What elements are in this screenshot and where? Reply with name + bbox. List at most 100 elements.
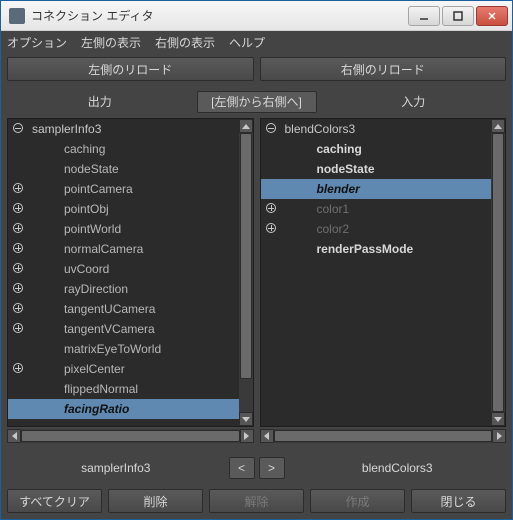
right-pane: blendColors3 caching nodeState blender color… xyxy=(260,118,507,427)
tree-item[interactable]: renderPassMode xyxy=(261,239,492,259)
expand-icon[interactable] xyxy=(13,303,23,313)
left-tree[interactable]: samplerInfo3 caching nodeState pointCamera p… xyxy=(8,119,239,426)
scroll-down-icon[interactable] xyxy=(239,412,253,426)
close-button[interactable] xyxy=(476,6,508,26)
maximize-button[interactable] xyxy=(442,6,474,26)
scroll-thumb[interactable] xyxy=(492,133,504,412)
tree-item-label: uvCoord xyxy=(28,262,239,276)
remove-button[interactable]: 解除 xyxy=(209,489,304,513)
menu-right-view[interactable]: 右側の表示 xyxy=(155,34,215,51)
tree-item-label: matrixEyeToWorld xyxy=(28,342,239,356)
scroll-down-icon[interactable] xyxy=(491,412,505,426)
right-vscrollbar[interactable] xyxy=(491,119,505,426)
expand-icon[interactable] xyxy=(13,203,23,213)
expand-icon[interactable] xyxy=(266,203,276,213)
scroll-thumb[interactable] xyxy=(274,430,493,442)
scroll-thumb[interactable] xyxy=(240,133,252,379)
nav-left-label: samplerInfo3 xyxy=(7,461,225,475)
scroll-up-icon[interactable] xyxy=(239,119,253,133)
collapse-icon[interactable] xyxy=(13,123,23,133)
collapse-icon[interactable] xyxy=(266,123,276,133)
menubar: オプション 左側の表示 右側の表示 ヘルプ xyxy=(1,31,512,53)
tree-item[interactable]: pixelCenter xyxy=(8,359,239,379)
tree-item[interactable]: rayDirection xyxy=(8,279,239,299)
scroll-track[interactable] xyxy=(491,133,505,412)
client-area: 左側のリロード 右側のリロード 出力 [左側から右側へ] 入力 samplerI… xyxy=(1,53,512,519)
menu-left-view[interactable]: 左側の表示 xyxy=(81,34,141,51)
tree-item[interactable]: nodeState xyxy=(8,159,239,179)
tree-item[interactable]: pointWorld xyxy=(8,219,239,239)
scroll-left-icon[interactable] xyxy=(7,429,21,443)
tree-root[interactable]: samplerInfo3 xyxy=(8,119,239,139)
menu-options[interactable]: オプション xyxy=(7,34,67,51)
make-button[interactable]: 作成 xyxy=(310,489,405,513)
scroll-right-icon[interactable] xyxy=(492,429,506,443)
tree-item-label: nodeState xyxy=(28,162,239,176)
window-buttons xyxy=(406,6,508,26)
column-headers: 出力 [左側から右側へ] 入力 xyxy=(7,89,506,114)
tree-item[interactable]: color1 xyxy=(261,199,492,219)
tree-item-label: renderPassMode xyxy=(281,242,492,256)
direction-button[interactable]: [左側から右側へ] xyxy=(197,91,317,113)
scroll-thumb[interactable] xyxy=(21,430,240,442)
tree-root[interactable]: blendColors3 xyxy=(261,119,492,139)
tree-item[interactable]: facingRatio xyxy=(8,399,239,419)
tree-item[interactable]: caching xyxy=(261,139,492,159)
hscroll-row xyxy=(7,429,506,443)
tree-item-label: caching xyxy=(281,142,492,156)
scroll-right-icon[interactable] xyxy=(240,429,254,443)
delete-button[interactable]: 削除 xyxy=(108,489,203,513)
right-tree[interactable]: blendColors3 caching nodeState blender color… xyxy=(261,119,492,426)
tree-item[interactable]: blender xyxy=(261,179,492,199)
scroll-track[interactable] xyxy=(274,429,493,443)
tree-item[interactable]: color2 xyxy=(261,219,492,239)
clear-all-button[interactable]: すべてクリア xyxy=(7,489,102,513)
expand-icon[interactable] xyxy=(13,323,23,333)
tree-item-label: tangentVCamera xyxy=(28,322,239,336)
nav-right-label: blendColors3 xyxy=(289,461,507,475)
app-icon xyxy=(9,8,25,24)
expand-icon[interactable] xyxy=(13,243,23,253)
tree-item-label: pixelCenter xyxy=(28,362,239,376)
expand-icon[interactable] xyxy=(13,183,23,193)
expand-icon[interactable] xyxy=(266,223,276,233)
titlebar[interactable]: コネクション エディタ xyxy=(1,1,512,31)
scroll-track[interactable] xyxy=(21,429,240,443)
window: コネクション エディタ オプション 左側の表示 右側の表示 ヘルプ 左側のリロー… xyxy=(0,0,513,520)
header-output: 出力 xyxy=(7,89,193,114)
tree-item[interactable]: flippedNormal xyxy=(8,379,239,399)
expand-icon[interactable] xyxy=(13,263,23,273)
tree-root-label: blendColors3 xyxy=(281,122,492,136)
tree-item-label: pointObj xyxy=(28,202,239,216)
left-hscrollbar[interactable] xyxy=(7,429,254,443)
minimize-button[interactable] xyxy=(408,6,440,26)
tree-item-label: normalCamera xyxy=(28,242,239,256)
tree-item[interactable]: pointCamera xyxy=(8,179,239,199)
expand-icon[interactable] xyxy=(13,283,23,293)
nav-row: samplerInfo3 < > blendColors3 xyxy=(7,443,506,489)
nav-prev-button[interactable]: < xyxy=(229,457,255,479)
right-hscrollbar[interactable] xyxy=(260,429,507,443)
tree-item[interactable]: caching xyxy=(8,139,239,159)
scroll-up-icon[interactable] xyxy=(491,119,505,133)
scroll-track[interactable] xyxy=(239,133,253,412)
reload-left-button[interactable]: 左側のリロード xyxy=(7,57,254,81)
tree-item-label: caching xyxy=(28,142,239,156)
tree-item[interactable]: tangentVCamera xyxy=(8,319,239,339)
panes: samplerInfo3 caching nodeState pointCamera p… xyxy=(7,118,506,427)
tree-item[interactable]: normalCamera xyxy=(8,239,239,259)
left-vscrollbar[interactable] xyxy=(239,119,253,426)
expand-icon[interactable] xyxy=(13,223,23,233)
tree-item[interactable]: nodeState xyxy=(261,159,492,179)
close-dialog-button[interactable]: 閉じる xyxy=(411,489,506,513)
scroll-left-icon[interactable] xyxy=(260,429,274,443)
tree-item[interactable]: uvCoord xyxy=(8,259,239,279)
nav-next-button[interactable]: > xyxy=(259,457,285,479)
menu-help[interactable]: ヘルプ xyxy=(229,34,265,51)
tree-item[interactable]: pointObj xyxy=(8,199,239,219)
expand-icon[interactable] xyxy=(13,363,23,373)
tree-item[interactable]: matrixEyeToWorld xyxy=(8,339,239,359)
tree-item-label: blender xyxy=(281,182,492,196)
tree-item[interactable]: tangentUCamera xyxy=(8,299,239,319)
reload-right-button[interactable]: 右側のリロード xyxy=(260,57,507,81)
